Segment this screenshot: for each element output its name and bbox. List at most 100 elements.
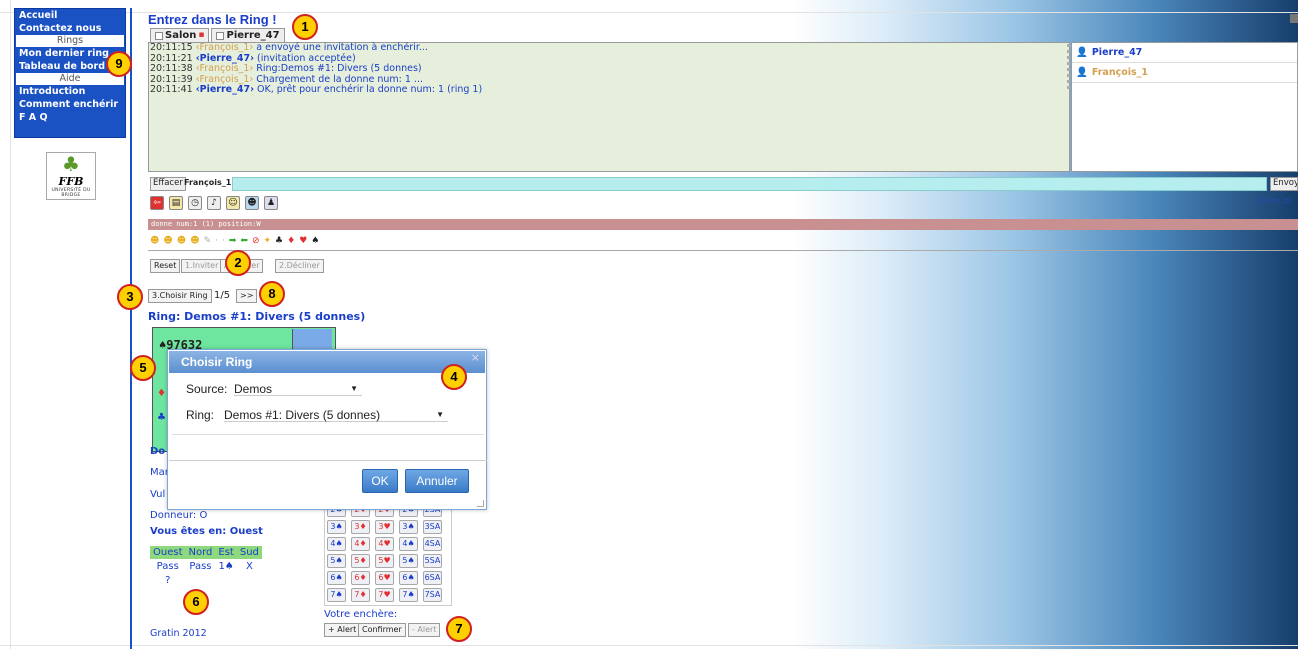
- smiley-icon[interactable]: ☻: [190, 236, 199, 246]
- bid-button[interactable]: 5♥: [375, 554, 394, 568]
- source-select[interactable]: Demos ▼: [234, 382, 362, 396]
- reset-button[interactable]: Reset: [150, 259, 181, 273]
- message-input[interactable]: [232, 177, 1267, 191]
- bid-button[interactable]: 7♥: [375, 588, 394, 602]
- bulb-icon[interactable]: ✦: [264, 236, 272, 246]
- tab-salon[interactable]: Salon ▪: [150, 28, 210, 42]
- callout-marker: 6: [183, 589, 209, 615]
- bid-button[interactable]: 6♠: [399, 571, 418, 585]
- bid-button[interactable]: 3SA: [423, 520, 442, 534]
- exit-icon[interactable]: ⇦: [150, 196, 164, 210]
- confirm-button[interactable]: Confirmer: [358, 623, 406, 637]
- smiley-icon[interactable]: ☻: [150, 236, 159, 246]
- bid-button[interactable]: 5SA: [423, 554, 442, 568]
- cancel-button[interactable]: Annuler: [405, 469, 469, 493]
- bid-button[interactable]: 7SA: [423, 588, 442, 602]
- invite-button[interactable]: 1.Inviter: [181, 259, 223, 273]
- ring-select[interactable]: Demos #1: Divers (5 donnes) ▼: [224, 408, 448, 422]
- close-icon[interactable]: ▪: [198, 29, 204, 42]
- profile-icon[interactable]: ♟: [264, 196, 278, 210]
- bid-button[interactable]: 4♥: [375, 537, 394, 551]
- player-icon[interactable]: ☺: [226, 196, 240, 210]
- auction-header: Ouest: [150, 546, 186, 559]
- bid-prompt: Votre enchère:: [324, 609, 398, 620]
- alert-minus-button[interactable]: - Alert: [408, 623, 441, 637]
- spacer-icon: ·: [221, 236, 225, 246]
- chevron-down-icon: ▼: [350, 384, 358, 393]
- user-item[interactable]: 👤 François_1: [1072, 63, 1297, 83]
- auction-header: Nord: [185, 546, 216, 559]
- user-icon: 👤: [1076, 47, 1088, 58]
- chat-tabs: Salon ▪ Pierre_47: [150, 28, 285, 42]
- callout-marker: 8: [259, 281, 285, 307]
- footer-label: Gratin 2012: [150, 628, 207, 639]
- bid-button[interactable]: 3♠: [327, 520, 346, 534]
- nav-faq[interactable]: F A Q: [15, 111, 125, 124]
- choose-ring-button[interactable]: 3.Choisir Ring: [148, 289, 212, 303]
- alert-plus-button[interactable]: + Alert: [324, 623, 361, 637]
- status-text: 162ms 20: [1256, 197, 1291, 205]
- bid-button[interactable]: 4♠: [399, 537, 418, 551]
- diamonds-icon[interactable]: ♦: [287, 236, 295, 246]
- nav-contact[interactable]: Contactez nous: [15, 22, 125, 35]
- send-button[interactable]: Envoyer: [1270, 177, 1298, 191]
- hand-icon[interactable]: ✎: [204, 236, 212, 246]
- table-icon[interactable]: ▤: [169, 196, 183, 210]
- clear-button[interactable]: Effacer: [150, 177, 186, 191]
- minimize-icon[interactable]: [1290, 14, 1298, 23]
- source-value: Demos: [234, 382, 273, 396]
- bid-button[interactable]: 6SA: [423, 571, 442, 585]
- user-item[interactable]: 👤 Pierre_47: [1072, 43, 1297, 63]
- bid-button[interactable]: 5♠: [399, 554, 418, 568]
- ffb-logo: ♣ FFB UNIVERSITÉ DU BRIDGE: [46, 152, 96, 200]
- clubs-icon[interactable]: ♣: [275, 236, 283, 246]
- arrow-right-icon[interactable]: ➡: [229, 236, 237, 246]
- tree-icon: ♣: [62, 152, 80, 176]
- bid-button[interactable]: 7♠: [327, 588, 346, 602]
- callout-marker: 1: [292, 14, 318, 40]
- nav-accueil[interactable]: Accueil: [15, 9, 125, 22]
- bid-button[interactable]: 5♠: [327, 554, 346, 568]
- sound-icon[interactable]: ♪: [207, 196, 221, 210]
- bid-button[interactable]: 4SA: [423, 537, 442, 551]
- smiley-icon[interactable]: ☻: [163, 236, 172, 246]
- bid-button[interactable]: 6♥: [375, 571, 394, 585]
- spacer-icon: ·: [215, 236, 218, 246]
- tab-pierre[interactable]: Pierre_47: [211, 28, 285, 42]
- decline-button[interactable]: 2.Décliner: [275, 259, 324, 273]
- ok-button[interactable]: OK: [362, 469, 398, 493]
- bid-button[interactable]: 4♠: [327, 537, 346, 551]
- hearts-icon[interactable]: ♥: [299, 236, 307, 246]
- nav-how-to-bid[interactable]: Comment enchérir: [15, 98, 125, 111]
- smiley-icon[interactable]: ☻: [177, 236, 186, 246]
- resize-handle[interactable]: [477, 500, 484, 507]
- spades-icon[interactable]: ♠: [311, 236, 319, 246]
- vulnerability-label: Vul: [150, 489, 166, 500]
- section-aide: Aide: [15, 73, 125, 85]
- bid-button[interactable]: 4♦: [351, 537, 370, 551]
- bid-button[interactable]: 6♦: [351, 571, 370, 585]
- auction-cell: ?: [165, 574, 171, 586]
- chat-log[interactable]: 20:11:15 ‹François_1› a envoyé une invit…: [148, 42, 1070, 172]
- close-icon[interactable]: ×: [471, 351, 480, 364]
- bid-button[interactable]: 3♠: [399, 520, 418, 534]
- next-page-button[interactable]: >>: [236, 289, 258, 303]
- bid-button[interactable]: 6♠: [327, 571, 346, 585]
- arrow-left-icon[interactable]: ⬅: [240, 236, 248, 246]
- auction-cell: Pass: [189, 560, 212, 572]
- bid-button[interactable]: 7♠: [399, 588, 418, 602]
- clock-icon[interactable]: ◷: [188, 196, 202, 210]
- logo-subtitle: UNIVERSITÉ DU BRIDGE: [51, 188, 91, 198]
- bid-button[interactable]: 3♥: [375, 520, 394, 534]
- ring-label: Ring: Demos #1: Divers (5 donnes): [148, 310, 366, 323]
- chevron-down-icon: ▼: [436, 410, 444, 419]
- bid-button[interactable]: 5♦: [351, 554, 370, 568]
- players-icon[interactable]: ☻: [245, 196, 259, 210]
- bid-button[interactable]: 3♦: [351, 520, 370, 534]
- stop-icon[interactable]: ⊘: [252, 236, 260, 246]
- bid-button[interactable]: 7♦: [351, 588, 370, 602]
- auction-header: Est: [215, 546, 237, 559]
- nav-introduction[interactable]: Introduction: [15, 85, 125, 98]
- auction-cell: X: [245, 560, 253, 572]
- position-label: Vous êtes en: Ouest: [150, 526, 263, 537]
